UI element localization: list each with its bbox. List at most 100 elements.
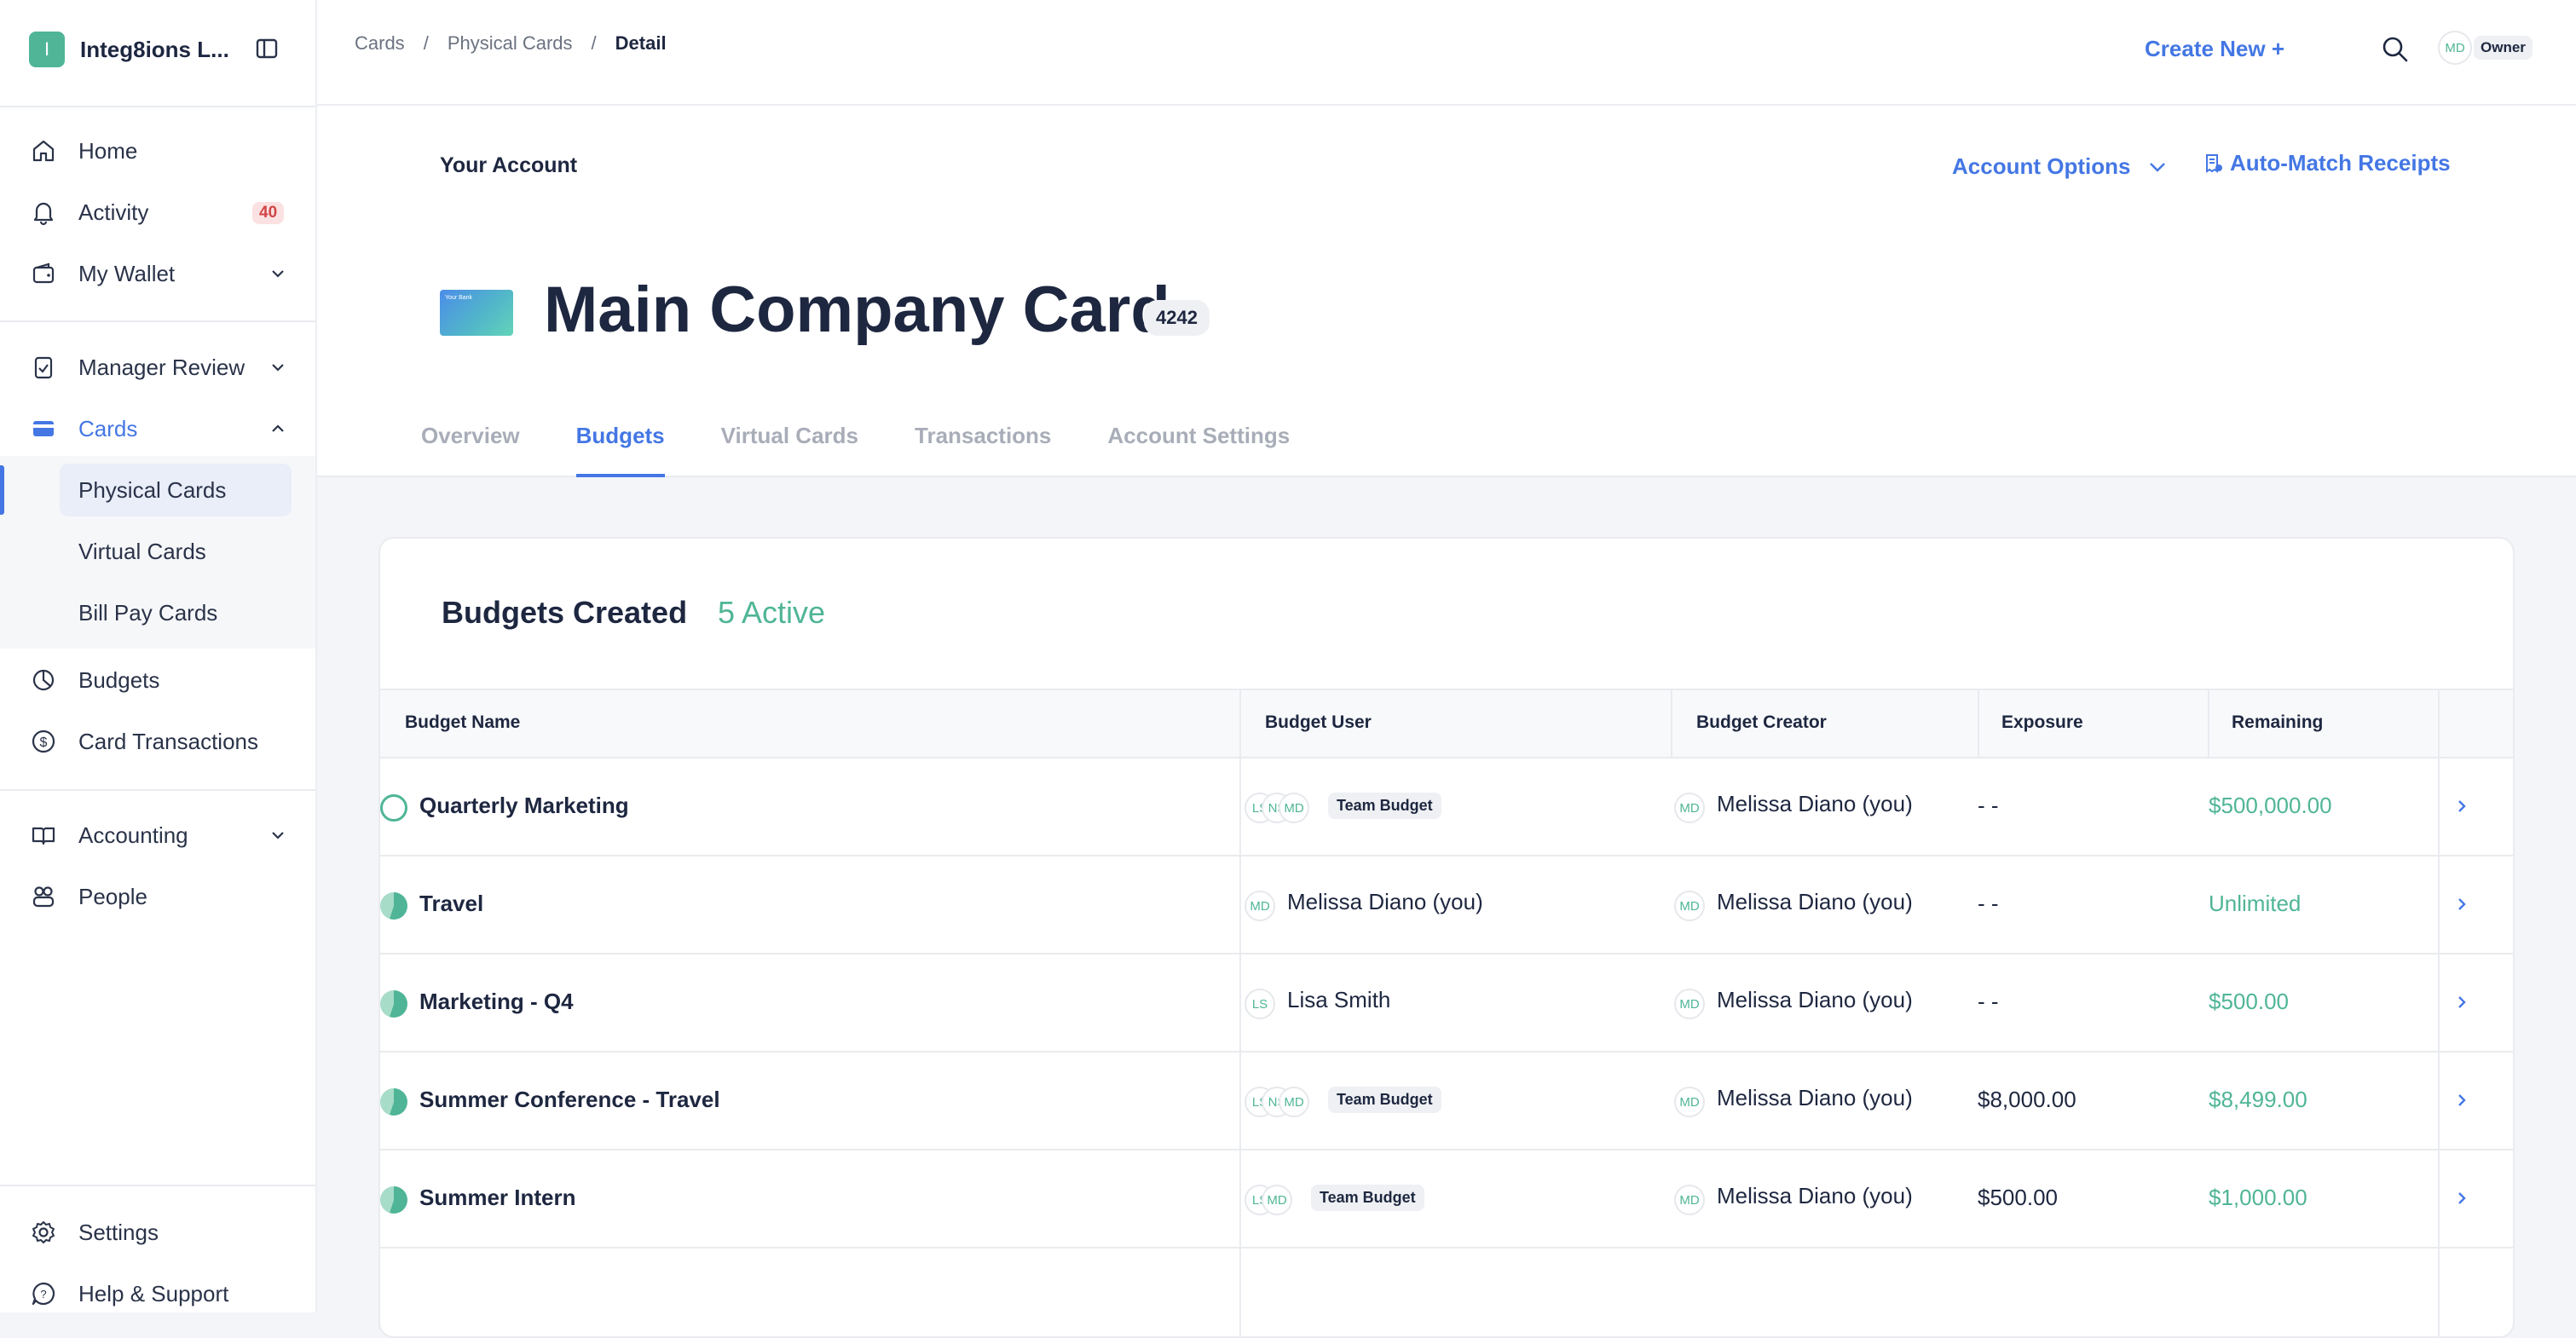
sidebar-item-card-transactions[interactable]: $ Card Transactions: [29, 723, 290, 760]
budget-name: Summer Conference - Travel: [419, 1087, 720, 1112]
sidebar-item-budgets[interactable]: Budgets: [29, 661, 290, 699]
sidebar-subitem-bill-pay-cards[interactable]: Bill Pay Cards: [60, 586, 292, 639]
budget-name: Summer Intern: [419, 1185, 576, 1210]
tab-virtual-cards[interactable]: Virtual Cards: [721, 423, 858, 477]
workspace-switcher[interactable]: I Integ8ions L...: [29, 31, 229, 68]
user-avatar[interactable]: MD: [2438, 31, 2472, 65]
sidebar-divider: [0, 1185, 315, 1186]
table-row[interactable]: Marketing - Q4 LS Lisa Smith MD Melissa …: [380, 954, 2513, 1053]
budget-remaining: Unlimited: [2209, 891, 2302, 916]
sidebar-item-manager-review[interactable]: Manager Review: [29, 349, 290, 386]
account-options-label: Account Options: [1952, 153, 2131, 179]
sidebar-item-my-wallet[interactable]: My Wallet: [29, 255, 290, 292]
sidebar-item-settings[interactable]: Settings: [29, 1214, 290, 1251]
activity-count-badge: 40: [252, 202, 285, 224]
sidebar-item-label: Accounting: [78, 822, 188, 848]
chevron-right-icon[interactable]: [2450, 892, 2474, 916]
budgets-title: Budgets Created: [442, 595, 688, 630]
breadcrumb-separator: /: [423, 32, 429, 54]
tab-account-settings[interactable]: Account Settings: [1107, 423, 1290, 477]
sidebar-item-people[interactable]: People: [29, 878, 290, 915]
chevron-down-icon[interactable]: [266, 823, 290, 847]
budget-name: Travel: [419, 891, 484, 916]
chevron-up-icon[interactable]: [266, 417, 290, 441]
budget-creator: Melissa Diano (you): [1717, 1183, 1913, 1208]
budget-exposure: $8,000.00: [1978, 1087, 2076, 1112]
budget-remaining: $8,499.00: [2209, 1087, 2307, 1112]
table-row[interactable]: Summer Conference - Travel LS NS MD Team…: [380, 1053, 2513, 1151]
budget-remaining: $500,000.00: [2209, 793, 2332, 818]
clipboard-check-icon: [29, 353, 58, 382]
budget-creator: Melissa Diano (you): [1717, 889, 1913, 914]
bell-icon: [29, 198, 58, 227]
budget-status-icon: [380, 1088, 407, 1116]
home-icon: [29, 136, 58, 165]
create-new-button[interactable]: Create New +: [2145, 36, 2284, 62]
sidebar-item-label: My Wallet: [78, 260, 176, 286]
budgets-panel: Budgets Created 5 Active Budget Name Bud…: [378, 537, 2515, 1338]
user-avatar: MD: [1262, 1185, 1292, 1215]
sidebar-subitem-physical-cards[interactable]: Physical Cards: [60, 464, 292, 516]
chevron-right-icon[interactable]: [2450, 990, 2474, 1014]
creator-avatar: MD: [1674, 989, 1705, 1019]
sidebar-item-label: Help & Support: [78, 1280, 229, 1306]
chevron-right-icon[interactable]: [2450, 1088, 2474, 1112]
active-count: 5 Active: [718, 595, 826, 630]
sidebar-divider: [0, 106, 315, 107]
creator-avatar: MD: [1674, 1087, 1705, 1117]
page-title: Main Company Card: [544, 274, 1170, 346]
account-options-dropdown[interactable]: Account Options: [1952, 153, 2169, 180]
sync-status-icon: [380, 794, 407, 822]
chevron-right-icon[interactable]: [2450, 1186, 2474, 1210]
auto-match-receipts-button[interactable]: Auto-Match Receipts: [2203, 150, 2451, 176]
tab-budgets[interactable]: Budgets: [575, 423, 665, 477]
column-header-remaining[interactable]: Remaining: [2232, 712, 2323, 733]
sidebar: I Integ8ions L... Home Activity 40 My Wa…: [0, 0, 317, 1312]
table-row[interactable]: Travel MD Melissa Diano (you) MD Melissa…: [380, 856, 2513, 954]
team-budget-badge: Team Budget: [1328, 793, 1441, 819]
sidebar-item-label: Card Transactions: [78, 728, 258, 754]
sidebar-item-cards[interactable]: Cards: [29, 410, 290, 447]
sidebar-item-home[interactable]: Home: [29, 132, 290, 170]
breadcrumb-physical-cards[interactable]: Physical Cards: [448, 32, 573, 55]
receipt-icon: [2206, 153, 2222, 173]
budget-exposure: - -: [1978, 989, 1999, 1014]
user-avatar: LS: [1245, 989, 1275, 1019]
column-divider: [2208, 689, 2209, 758]
breadcrumb-separator: /: [591, 32, 597, 54]
sidebar-toggle-icon[interactable]: [254, 36, 280, 61]
breadcrumb: Cards / Physical Cards / Detail: [355, 32, 667, 55]
creator-avatar: MD: [1674, 793, 1705, 823]
people-icon: [29, 882, 58, 911]
sidebar-item-accounting[interactable]: Accounting: [29, 816, 290, 854]
chevron-down-icon[interactable]: [266, 355, 290, 379]
chevron-down-icon: [2150, 162, 2166, 172]
column-divider: [1978, 689, 1979, 758]
tab-transactions[interactable]: Transactions: [915, 423, 1051, 477]
card-bank-label: Your Bank: [445, 295, 473, 301]
svg-text:?: ?: [40, 1288, 46, 1301]
column-header-budget-user[interactable]: Budget User: [1265, 712, 1372, 733]
breadcrumb-cards[interactable]: Cards: [355, 32, 405, 55]
tab-overview[interactable]: Overview: [421, 423, 520, 477]
budget-exposure: $500.00: [1978, 1185, 2058, 1210]
search-icon[interactable]: [2380, 34, 2411, 65]
table-row[interactable]: Summer Intern LS MD Team Budget MD Melis…: [380, 1151, 2513, 1249]
column-header-exposure[interactable]: Exposure: [2001, 712, 2083, 733]
budget-remaining: $1,000.00: [2209, 1185, 2307, 1210]
chevron-down-icon[interactable]: [266, 262, 290, 285]
sidebar-item-help-support[interactable]: ? Help & Support: [29, 1275, 290, 1312]
workspace-logo: I: [29, 32, 65, 67]
column-header-budget-name[interactable]: Budget Name: [405, 712, 520, 733]
card-tabs: Overview Budgets Virtual Cards Transacti…: [421, 423, 1346, 477]
chevron-right-icon[interactable]: [2450, 794, 2474, 818]
pie-chart-icon: [29, 666, 58, 695]
sidebar-item-activity[interactable]: Activity 40: [29, 193, 290, 231]
sidebar-item-label: Cards: [78, 415, 138, 441]
budget-remaining: $500.00: [2209, 989, 2289, 1014]
column-header-budget-creator[interactable]: Budget Creator: [1696, 712, 1827, 733]
table-row[interactable]: Quarterly Marketing LS NS MD Team Budget…: [380, 758, 2513, 856]
sidebar-subitem-virtual-cards[interactable]: Virtual Cards: [60, 525, 292, 578]
column-divider: [1671, 689, 1672, 758]
breadcrumb-current: Detail: [615, 32, 667, 54]
